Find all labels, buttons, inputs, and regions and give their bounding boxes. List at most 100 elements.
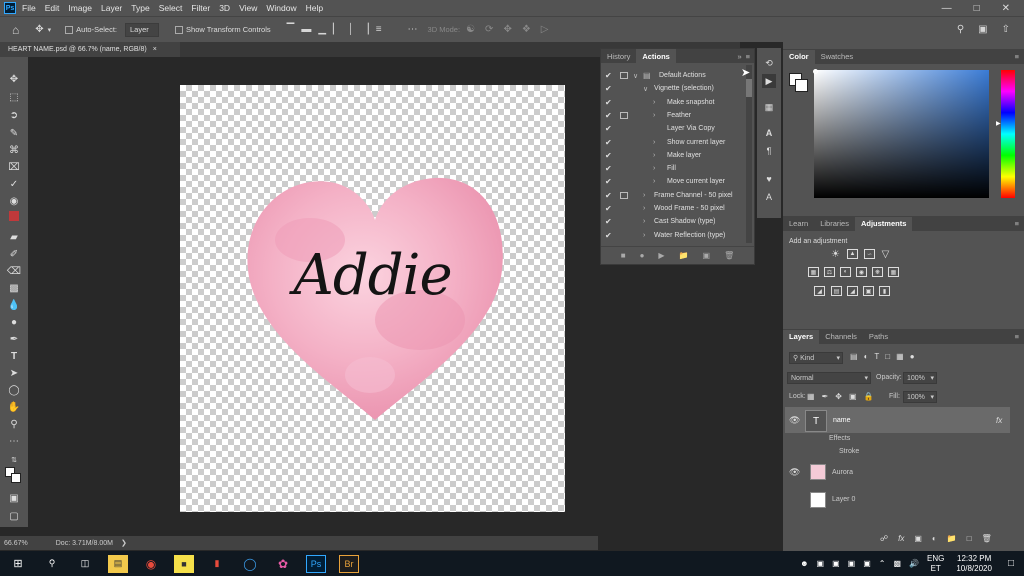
zoom-level[interactable]: 66.67% [4, 540, 28, 547]
new-layer-icon[interactable]: □ [967, 534, 972, 543]
document-canvas[interactable]: Addie [180, 85, 565, 512]
color-background-swatch[interactable] [795, 79, 808, 92]
volume-icon[interactable]: 🔊 [909, 559, 919, 568]
lock-artboard-icon[interactable]: ▣ [849, 392, 857, 401]
threshold-icon[interactable]: ◢ [847, 286, 858, 296]
language-indicator[interactable]: ENG ET [927, 554, 944, 574]
align-top-icon[interactable]: ▔ [287, 24, 295, 35]
visibility-eye-icon[interactable]: 👁 [789, 415, 800, 426]
tray-app-icon[interactable]: ▣ [817, 559, 825, 568]
workspace-icon[interactable]: ▣ [978, 24, 987, 35]
tab-history[interactable]: History [601, 49, 636, 63]
chrome-icon[interactable]: ◉ [141, 555, 161, 573]
action-row[interactable]: ✔ › Wood Frame - 50 pixel [601, 202, 746, 215]
menu-type[interactable]: Type [131, 3, 149, 13]
action-row[interactable]: ✔ › Frame Channel - 50 pixel [601, 189, 746, 202]
action-row[interactable]: ✔ › Show current layer [601, 136, 746, 149]
hue-slider-handle[interactable]: ▶ [996, 120, 1001, 127]
action-row[interactable]: ✔ › Water Reflection (type) [601, 229, 746, 242]
type-tool-icon[interactable]: T [6, 349, 22, 363]
color-balance-icon[interactable]: ⚖ [824, 267, 835, 277]
photo-filter-icon[interactable]: ◉ [856, 267, 867, 277]
move-tool-icon[interactable]: ✥ [35, 24, 43, 35]
menu-image[interactable]: Image [68, 3, 92, 13]
actions-panel-icon[interactable]: ▶ [762, 74, 776, 88]
delete-icon[interactable]: 🗑 [724, 251, 734, 260]
hue-saturation-icon[interactable]: ▦ [808, 267, 819, 277]
action-row[interactable]: ✔ ∨ Vignette (selection) [601, 82, 746, 95]
stop-icon[interactable]: ■ [621, 251, 626, 260]
disclosure-arrow-icon[interactable]: ∨ [643, 85, 648, 93]
zoom-tool-icon[interactable]: ⚲ [6, 417, 22, 431]
file-explorer-icon[interactable]: ▤ [108, 554, 128, 573]
selective-color-icon[interactable]: ▣ [863, 286, 874, 296]
panel-collapse-icon[interactable]: » [737, 52, 741, 61]
disclosure-arrow-icon[interactable]: ∨ [633, 72, 638, 80]
lasso-tool-icon[interactable]: ➲ [6, 108, 22, 122]
disclosure-arrow-icon[interactable]: › [653, 112, 655, 119]
minimize-icon[interactable]: — [942, 3, 952, 14]
layer-filter-kind[interactable]: ⚲ Kind ▾ [789, 352, 843, 364]
menu-window[interactable]: Window [266, 3, 296, 13]
dialog-toggle-icon[interactable] [620, 191, 628, 199]
show-transform-checkbox[interactable]: Show Transform Controls [175, 25, 271, 34]
brush-tool-icon[interactable] [6, 209, 22, 223]
home-icon[interactable]: ⌂ [12, 23, 19, 37]
align-hcenter-icon[interactable]: │ [348, 24, 354, 35]
hand-tool-icon[interactable]: ✋ [6, 400, 22, 414]
eraser-tool-icon[interactable]: ⌫ [6, 264, 22, 278]
menu-view[interactable]: View [239, 3, 257, 13]
black-white-icon[interactable]: ◐ [840, 267, 851, 277]
new-group-icon[interactable]: 📁 [947, 534, 957, 543]
task-view-icon[interactable]: ◫ [75, 555, 95, 573]
disclosure-arrow-icon[interactable]: › [653, 152, 655, 159]
background-color-swatch[interactable] [11, 473, 21, 483]
marquee-tool-icon[interactable]: ⬚ [6, 90, 22, 104]
panel-menu-icon[interactable]: ≡ [746, 52, 750, 61]
action-toggle-checkmark-icon[interactable]: ✔ [605, 71, 612, 80]
gradient-tool-icon[interactable]: ▩ [6, 281, 22, 295]
actions-scrollbar[interactable] [746, 65, 752, 243]
lock-transparent-icon[interactable]: ▦ [807, 392, 815, 401]
history-brush-tool-icon[interactable]: ✐ [6, 247, 22, 261]
brightness-icon[interactable]: ☀ [830, 249, 841, 260]
disclosure-arrow-icon[interactable]: › [653, 99, 655, 106]
more-options-icon[interactable]: ⋯ [408, 24, 418, 35]
action-row[interactable]: ✔ › Cast Shadow (type) [601, 215, 746, 228]
action-toggle-checkmark-icon[interactable]: ✔ [605, 164, 612, 173]
menu-3d[interactable]: 3D [219, 3, 230, 13]
distribute-icon[interactable]: ≡ [376, 24, 382, 35]
gradient-map-icon[interactable]: ▮ [879, 286, 890, 296]
crop-tool-icon[interactable]: ⌘ [6, 143, 22, 157]
action-row[interactable]: ✔ › Move current layer [601, 175, 746, 188]
3d-slide-icon[interactable]: ❖ [522, 24, 531, 35]
show-hidden-icon[interactable]: ⌃ [879, 559, 886, 568]
disclosure-arrow-icon[interactable]: › [643, 192, 645, 199]
action-toggle-checkmark-icon[interactable]: ✔ [605, 191, 612, 200]
disclosure-arrow-icon[interactable]: › [653, 178, 655, 185]
quick-mask-icon[interactable]: ▣ [6, 491, 22, 505]
disclosure-arrow-icon[interactable]: › [653, 165, 655, 172]
search-icon[interactable]: ⚲ [42, 555, 62, 573]
add-style-icon[interactable]: fx [898, 534, 904, 543]
windows-start-icon[interactable]: ⊞ [8, 555, 28, 573]
action-row[interactable]: ✔ › Make layer [601, 149, 746, 162]
new-set-icon[interactable]: 📁 [679, 251, 689, 260]
action-toggle-checkmark-icon[interactable]: ✔ [605, 231, 612, 240]
record-icon[interactable]: ● [640, 251, 645, 260]
edge-icon[interactable]: ◯ [240, 555, 260, 573]
disclosure-arrow-icon[interactable]: › [643, 205, 645, 212]
screen-mode-icon[interactable]: ▢ [6, 509, 22, 523]
disclosure-arrow-icon[interactable]: › [643, 232, 645, 239]
filter-adjustment-icon[interactable]: ◐ [864, 352, 869, 361]
action-toggle-checkmark-icon[interactable]: ✔ [605, 204, 612, 213]
quick-select-tool-icon[interactable]: ✎ [6, 126, 22, 140]
action-toggle-checkmark-icon[interactable]: ✔ [605, 111, 612, 120]
eyedropper-tool-icon[interactable]: ✓ [6, 177, 22, 191]
action-toggle-checkmark-icon[interactable]: ✔ [605, 177, 612, 186]
menu-layer[interactable]: Layer [101, 3, 122, 13]
tab-adjustments[interactable]: Adjustments [854, 216, 913, 231]
shape-tool-icon[interactable]: ◯ [6, 383, 22, 397]
frame-tool-icon[interactable]: ⌧ [6, 160, 22, 174]
lock-image-icon[interactable]: ✒ [822, 392, 829, 401]
